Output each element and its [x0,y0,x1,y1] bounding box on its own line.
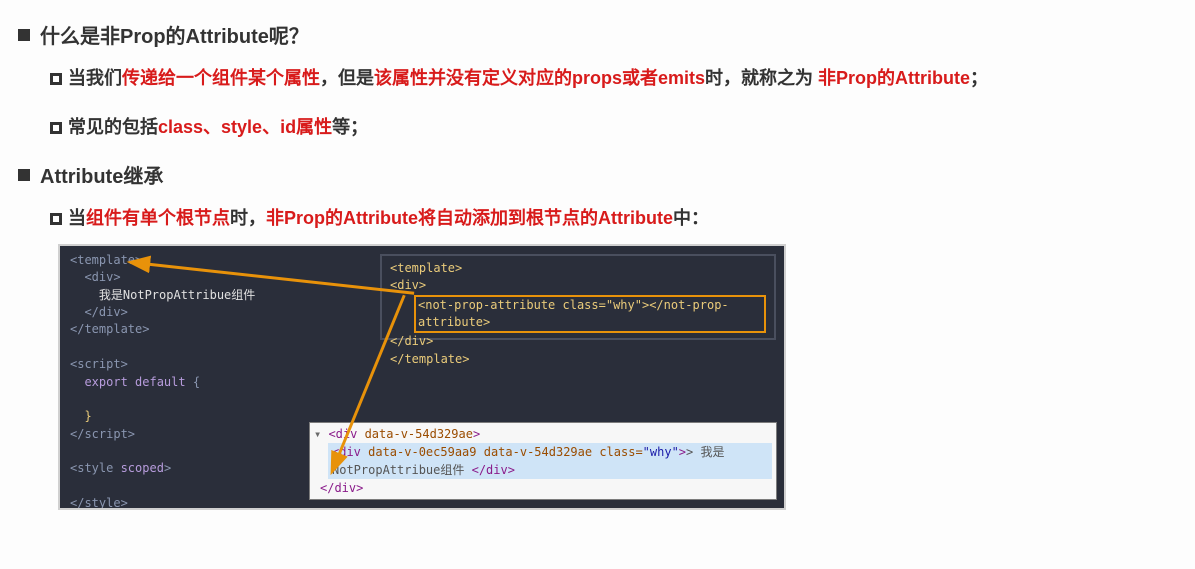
hollow-square-icon [50,73,62,85]
hollow-square-icon [50,213,62,225]
text-segment: 非Prop的Attribute将自动添加到根节点的Attribute [266,208,673,228]
bullet-examples: 常见的包括class、style、id属性等； [50,112,1175,143]
text-segment: 时， [230,208,266,228]
inset-line-highlight: <not-prop-attribute class="why"></not-pr… [390,295,766,334]
text-segment: 该属性并没有定义对应的props或者emits [374,68,705,88]
text-segment: 当我们 [68,68,122,88]
heading-text: Attribute继承 [40,160,163,189]
devtools-panel: ▾ <div data-v-54d329ae> <div data-v-0ec5… [309,422,777,500]
text-segment: 中： [673,208,709,228]
text-segment: class、style、id属性 [158,117,332,137]
code-inset-parent: <template> <div> <not-prop-attribute cla… [380,254,776,340]
bullet-content: 当我们传递给一个组件某个属性，但是该属性并没有定义对应的props或者emits… [68,63,988,94]
square-bullet-icon [18,169,30,181]
square-bullet-icon [18,29,30,41]
inset-line: </template> [390,351,766,368]
code-line: export default { [70,374,774,391]
text-segment: 时，就称之为 [705,68,818,88]
hollow-square-icon [50,122,62,134]
text-segment: 常见的包括 [68,117,158,137]
heading-attribute-inherit: Attribute继承 [18,160,1175,189]
heading-text: 什么是非Prop的Attribute呢？ [40,20,309,49]
code-line [70,391,774,408]
bullet-content: 当组件有单个根节点时，非Prop的Attribute将自动添加到根节点的Attr… [68,203,709,234]
devtools-line: </div> [320,479,772,497]
inset-line: <div> [390,277,766,294]
text-segment: 等； [332,117,368,137]
inset-line: </div> [390,333,766,350]
bullet-single-root: 当组件有单个根节点时，非Prop的Attribute将自动添加到根节点的Attr… [50,203,1175,234]
text-segment: ； [970,68,988,88]
text-segment: 传递给一个组件某个属性 [122,68,320,88]
inset-line: <template> [390,260,766,277]
text-segment: 当 [68,208,86,228]
code-screenshot: <template> <div> 我是NotPropAttribue组件 </d… [58,244,786,510]
text-segment: 组件有单个根节点 [86,208,230,228]
devtools-selected-line: <div data-v-0ec59aa9 data-v-54d329ae cla… [328,443,772,479]
devtools-line: ▾ <div data-v-54d329ae> [314,425,772,443]
text-segment: ，但是 [320,68,374,88]
bullet-content: 常见的包括class、style、id属性等； [68,112,368,143]
text-segment: 非Prop的Attribute [818,68,970,88]
bullet-definition: 当我们传递给一个组件某个属性，但是该属性并没有定义对应的props或者emits… [50,63,1175,94]
heading-non-prop-attribute: 什么是非Prop的Attribute呢？ [18,20,1175,49]
